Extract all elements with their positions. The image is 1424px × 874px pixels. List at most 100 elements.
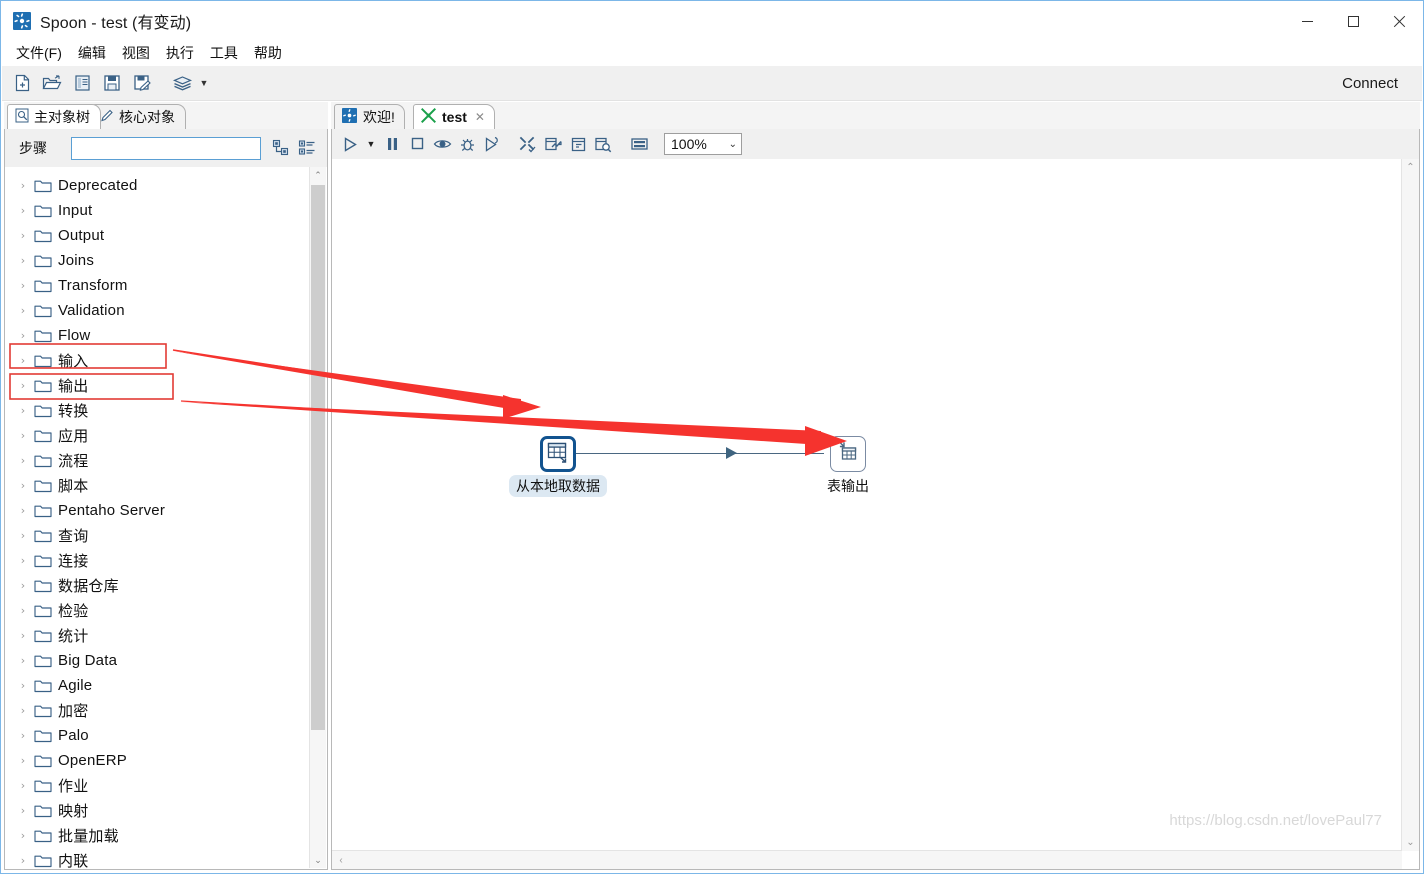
maximize-button[interactable] <box>1330 2 1376 40</box>
tree-item[interactable]: › Agile <box>6 673 310 698</box>
chevron-right-icon[interactable]: › <box>12 354 34 367</box>
chevron-right-icon[interactable]: › <box>12 179 34 192</box>
tab-main-object-tree[interactable]: 主对象树 <box>7 104 101 129</box>
tree-item[interactable]: › 输出 <box>6 373 310 398</box>
tree-item[interactable]: › 加密 <box>6 698 310 723</box>
verify-icon[interactable] <box>516 132 540 156</box>
tree-item[interactable]: › Flow <box>6 323 310 348</box>
chevron-right-icon[interactable]: › <box>12 804 34 817</box>
chevron-right-icon[interactable]: › <box>12 279 34 292</box>
chevron-right-icon[interactable]: › <box>12 429 34 442</box>
chevron-right-icon[interactable]: › <box>12 504 34 517</box>
connect-button[interactable]: Connect <box>1332 66 1408 100</box>
tree-item[interactable]: › 统计 <box>6 623 310 648</box>
tree-item[interactable]: › Palo <box>6 723 310 748</box>
chevron-right-icon[interactable]: › <box>12 654 34 667</box>
chevron-right-icon[interactable]: › <box>12 204 34 217</box>
collapse-all-icon[interactable] <box>297 138 317 158</box>
chevron-right-icon[interactable]: › <box>12 729 34 742</box>
minimize-button[interactable] <box>1284 2 1330 40</box>
explore-db-icon[interactable] <box>591 132 615 156</box>
tree-item[interactable]: › 映射 <box>6 798 310 823</box>
tree-item[interactable]: › Joins <box>6 248 310 273</box>
repository-dropdown-caret[interactable]: ▼ <box>197 78 211 88</box>
chevron-right-icon[interactable]: › <box>12 229 34 242</box>
tab-core-objects[interactable]: 核心对象 <box>92 104 186 129</box>
tree-item[interactable]: › Pentaho Server <box>6 498 310 523</box>
chevron-right-icon[interactable]: › <box>12 454 34 467</box>
canvas-scroll-down-icon[interactable]: ⌄ <box>1402 834 1419 851</box>
tree-item[interactable]: › 查询 <box>6 523 310 548</box>
menu-view[interactable]: 视图 <box>114 40 158 66</box>
tree-item[interactable]: › 连接 <box>6 548 310 573</box>
explore-repository-icon[interactable] <box>69 71 95 95</box>
chevron-right-icon[interactable]: › <box>12 254 34 267</box>
menu-run[interactable]: 执行 <box>158 40 202 66</box>
chevron-right-icon[interactable]: › <box>12 404 34 417</box>
save-as-icon[interactable] <box>129 71 155 95</box>
tree-item[interactable]: › Validation <box>6 298 310 323</box>
chevron-right-icon[interactable]: › <box>12 679 34 692</box>
chevron-right-icon[interactable]: › <box>12 629 34 642</box>
tree-item[interactable]: › 检验 <box>6 598 310 623</box>
tree-item[interactable]: › Big Data <box>6 648 310 673</box>
tab-welcome[interactable]: 欢迎! <box>334 104 405 129</box>
tree-item[interactable]: › Input <box>6 198 310 223</box>
menu-help[interactable]: 帮助 <box>246 40 290 66</box>
chevron-right-icon[interactable]: › <box>12 304 34 317</box>
stop-icon[interactable] <box>405 132 429 156</box>
tree-item[interactable]: › 流程 <box>6 448 310 473</box>
generate-sql-icon[interactable] <box>566 132 590 156</box>
search-input[interactable] <box>71 136 261 160</box>
tree-item[interactable]: › 数据仓库 <box>6 573 310 598</box>
show-results-icon[interactable] <box>627 132 651 156</box>
scroll-left-icon[interactable]: ‹ <box>332 851 350 869</box>
tree-item[interactable]: › 输入 <box>6 348 310 373</box>
chevron-right-icon[interactable]: › <box>12 479 34 492</box>
layers-icon[interactable] <box>169 71 195 95</box>
menu-edit[interactable]: 编辑 <box>70 40 114 66</box>
chevron-right-icon[interactable]: › <box>12 854 34 867</box>
tree-item[interactable]: › 转换 <box>6 398 310 423</box>
tree-vertical-scrollbar[interactable]: ⌃ ⌄ <box>309 167 326 868</box>
chevron-right-icon[interactable]: › <box>12 829 34 842</box>
scroll-down-icon[interactable]: ⌄ <box>310 852 326 868</box>
chevron-right-icon[interactable]: › <box>12 329 34 342</box>
chevron-right-icon[interactable]: › <box>12 704 34 717</box>
open-folder-icon[interactable] <box>39 71 65 95</box>
tree-item[interactable]: › 应用 <box>6 423 310 448</box>
chevron-right-icon[interactable]: › <box>12 604 34 617</box>
chevron-right-icon[interactable]: › <box>12 379 34 392</box>
tab-close-icon[interactable]: ✕ <box>475 110 485 124</box>
run-icon[interactable] <box>338 132 362 156</box>
expand-all-icon[interactable] <box>271 138 291 158</box>
tree-item[interactable]: › 内联 <box>6 848 310 868</box>
debug-icon[interactable] <box>455 132 479 156</box>
tree-scroll-viewport[interactable]: › Deprecated › Input › Output › Joins › Transform… <box>6 167 310 868</box>
chevron-right-icon[interactable]: › <box>12 579 34 592</box>
run-options-caret[interactable]: ▼ <box>363 139 379 149</box>
tree-item[interactable]: › 脚本 <box>6 473 310 498</box>
canvas-vertical-scrollbar[interactable]: ⌃ ⌄ <box>1401 159 1419 851</box>
canvas-scroll-up-icon[interactable]: ⌃ <box>1402 159 1419 176</box>
close-button[interactable] <box>1376 2 1422 40</box>
tree-item[interactable]: › Output <box>6 223 310 248</box>
chevron-right-icon[interactable]: › <box>12 554 34 567</box>
canvas-viewport[interactable]: 从本地取数据 表输出 https://blog.csdn.net/lovePau… <box>332 159 1402 851</box>
save-icon[interactable] <box>99 71 125 95</box>
menu-tools[interactable]: 工具 <box>202 40 246 66</box>
scroll-up-icon[interactable]: ⌃ <box>310 167 326 183</box>
table-output-step[interactable] <box>830 436 866 472</box>
tree-item[interactable]: › 作业 <box>6 773 310 798</box>
tab-test[interactable]: test ✕ <box>413 104 495 129</box>
pause-icon[interactable] <box>380 132 404 156</box>
table-input-step[interactable] <box>540 436 576 472</box>
replay-icon[interactable] <box>480 132 504 156</box>
tree-item[interactable]: › 批量加载 <box>6 823 310 848</box>
tree-scrollbar-thumb[interactable] <box>311 185 325 730</box>
chevron-right-icon[interactable]: › <box>12 529 34 542</box>
zoom-select[interactable]: 100% ⌄ <box>664 133 742 155</box>
new-file-icon[interactable] <box>9 71 35 95</box>
tree-item[interactable]: › Transform <box>6 273 310 298</box>
analyze-impact-icon[interactable] <box>541 132 565 156</box>
